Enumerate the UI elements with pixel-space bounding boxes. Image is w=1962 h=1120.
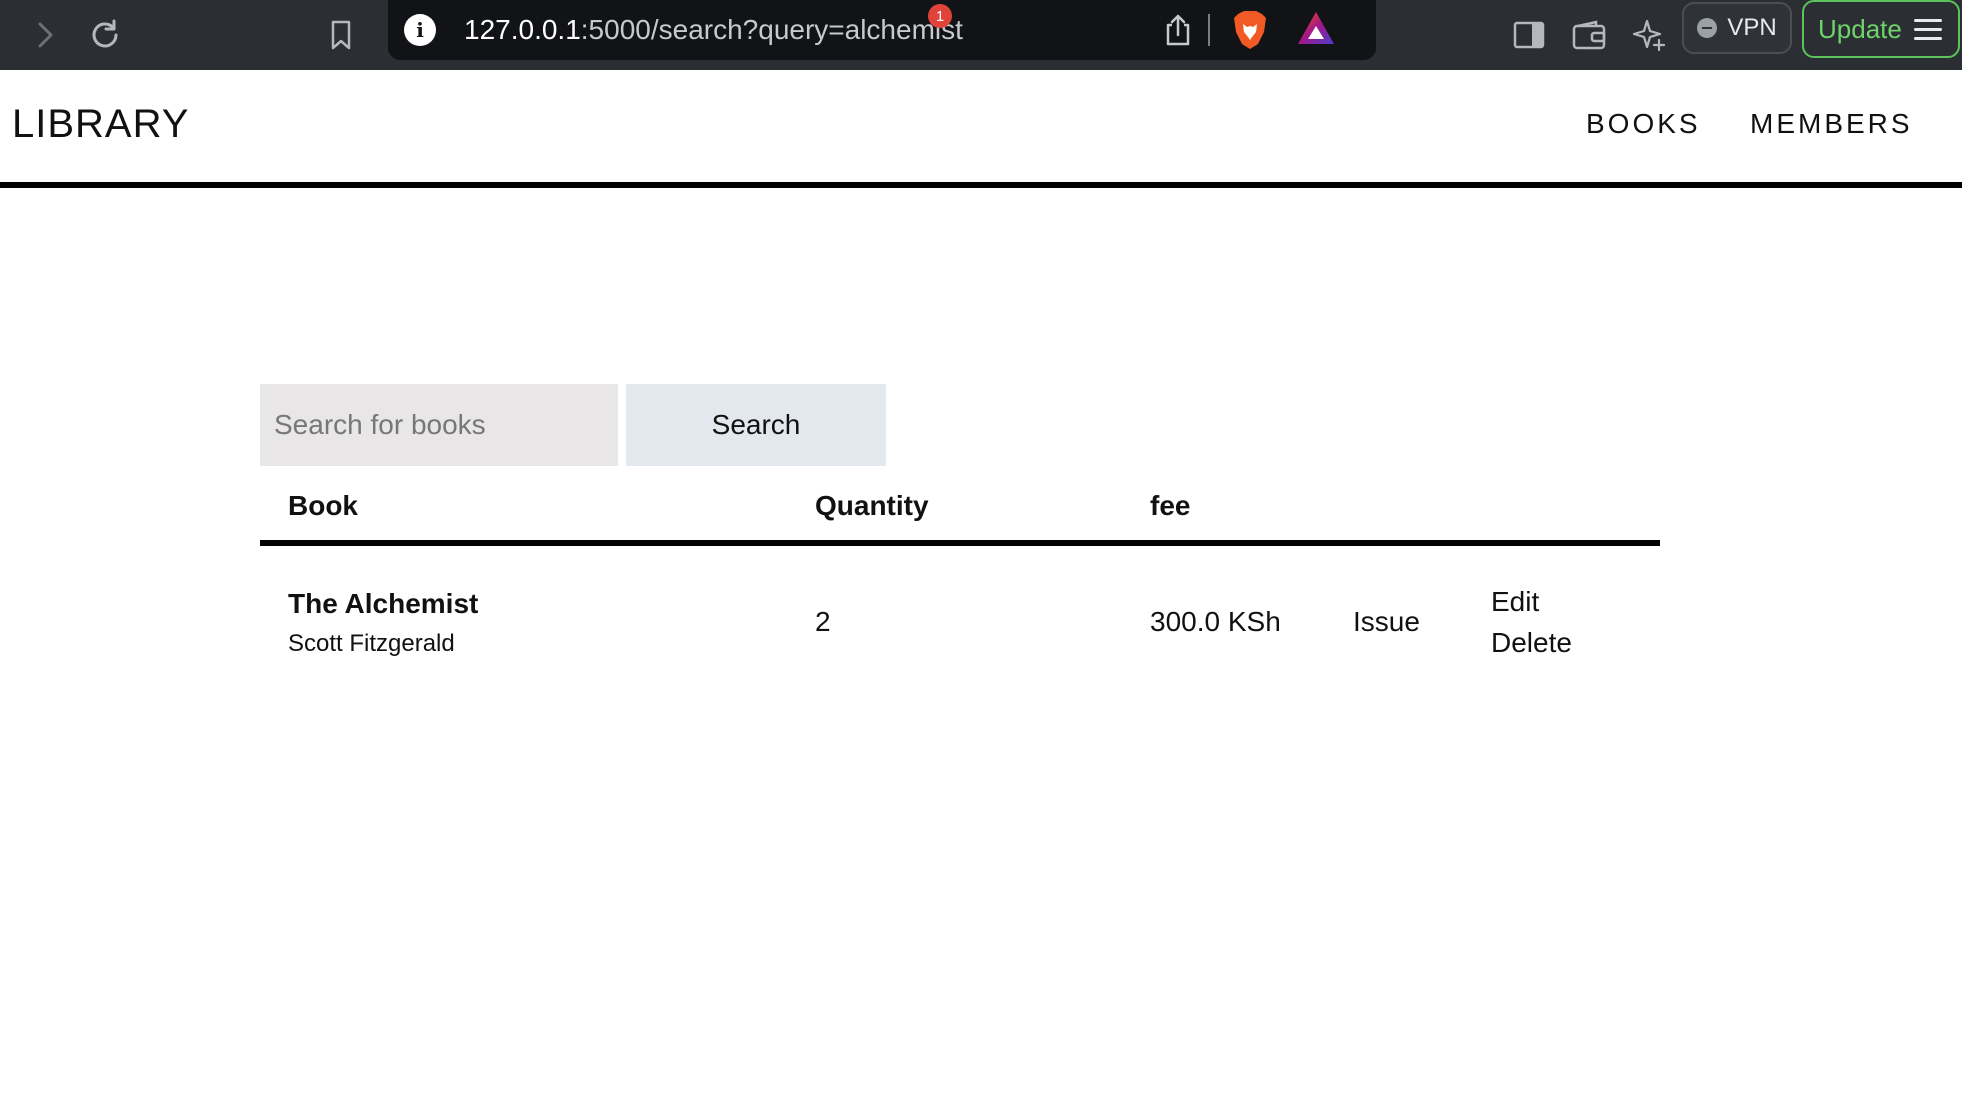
nav-link-books[interactable]: BOOKS — [1586, 108, 1701, 140]
vpn-icon — [1697, 18, 1718, 38]
bookmark-icon[interactable] — [316, 10, 366, 60]
site-brand[interactable]: LIBRARY — [12, 102, 189, 147]
edit-link[interactable]: Edit — [1491, 586, 1539, 618]
wallet-icon[interactable] — [1564, 10, 1614, 60]
rewards-badge: 1 — [928, 4, 952, 28]
sidebar-icon[interactable] — [1504, 10, 1554, 60]
navbar-divider — [0, 182, 1962, 188]
book-author: Scott Fitzgerald — [288, 630, 455, 657]
url-path: :5000/search?query=alchemist — [580, 14, 963, 45]
delete-link[interactable]: Delete — [1491, 627, 1572, 659]
browser-toolbar: i 127.0.0.1:5000/search?query=alchemist … — [0, 0, 1962, 70]
toolbar-separator — [1208, 14, 1210, 46]
share-icon[interactable] — [1158, 10, 1198, 50]
vpn-button[interactable]: VPN — [1682, 2, 1792, 54]
book-quantity: 2 — [815, 606, 831, 637]
address-bar[interactable]: i 127.0.0.1:5000/search?query=alchemist — [388, 0, 1376, 60]
url-host: 127.0.0.1 — [464, 14, 581, 45]
column-header-fee: fee — [1150, 490, 1191, 521]
column-header-quantity: Quantity — [815, 490, 929, 521]
info-icon[interactable]: i — [404, 14, 436, 46]
forward-icon[interactable] — [20, 10, 70, 60]
reload-icon[interactable] — [80, 10, 130, 60]
column-header-book: Book — [288, 490, 358, 521]
update-button[interactable]: Update — [1802, 0, 1960, 58]
nav-link-members[interactable]: MEMBERS — [1750, 108, 1913, 140]
leo-ai-icon[interactable] — [1624, 10, 1674, 60]
brave-rewards-icon[interactable] — [1294, 8, 1346, 52]
table-header-divider — [260, 540, 1660, 546]
update-label: Update — [1818, 13, 1902, 44]
vpn-label: VPN — [1727, 14, 1777, 41]
search-input[interactable] — [260, 384, 618, 466]
book-title: The Alchemist — [288, 588, 479, 619]
url-text[interactable]: 127.0.0.1:5000/search?query=alchemist — [464, 10, 963, 50]
book-fee: 300.0 KSh — [1150, 606, 1281, 637]
brave-lion-icon[interactable] — [1230, 8, 1270, 52]
issue-link[interactable]: Issue — [1353, 606, 1420, 638]
search-button[interactable]: Search — [626, 384, 886, 466]
menu-icon[interactable] — [1913, 18, 1942, 40]
site-navbar: LIBRARY BOOKS MEMBERS — [0, 70, 1962, 184]
